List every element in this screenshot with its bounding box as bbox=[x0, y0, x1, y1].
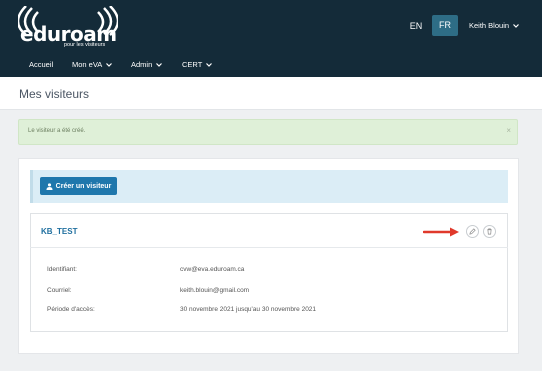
user-icon bbox=[46, 182, 53, 190]
trash-icon bbox=[487, 228, 492, 235]
chevron-down-icon bbox=[106, 62, 113, 67]
page-title-bar: Mes visiteurs bbox=[0, 77, 542, 110]
nav-item-mon-eva[interactable]: Mon eVA bbox=[72, 52, 113, 77]
nav-item-label: Accueil bbox=[29, 60, 54, 69]
nav-item-cert[interactable]: CERT bbox=[182, 52, 213, 77]
nav-item-label: Admin bbox=[131, 60, 153, 69]
create-visitor-button[interactable]: Créer un visiteur bbox=[40, 177, 117, 195]
chevron-down-icon bbox=[206, 62, 213, 67]
annotation-arrow-icon bbox=[423, 227, 459, 237]
card-divider bbox=[30, 247, 508, 248]
alert-message: Le visiteur a été créé. bbox=[28, 128, 86, 134]
field-value-identifiant: cvw@eva.eduroam.ca bbox=[180, 266, 245, 273]
logo-tagline: pour les visiteurs bbox=[64, 42, 106, 48]
user-name: Keith Blouin bbox=[469, 21, 510, 30]
field-label-identifiant: Identifiant: bbox=[47, 266, 77, 273]
top-header: eduroam pour les visiteurs EN FR Keith B… bbox=[0, 0, 542, 77]
pencil-icon bbox=[469, 228, 476, 235]
main-nav: Accueil Mon eVA Admin CERT bbox=[0, 52, 542, 77]
nav-item-admin[interactable]: Admin bbox=[131, 52, 163, 77]
delete-visitor-button[interactable] bbox=[483, 225, 496, 238]
field-label-periode: Période d'accès: bbox=[47, 306, 95, 313]
visitor-name: KB_TEST bbox=[41, 227, 78, 236]
field-value-periode: 30 novembre 2021 jusqu'au 30 novembre 20… bbox=[180, 306, 317, 313]
nav-item-label: Mon eVA bbox=[72, 60, 103, 69]
eduroam-logo[interactable]: eduroam pour les visiteurs bbox=[18, 6, 118, 52]
page-title: Mes visiteurs bbox=[19, 87, 90, 101]
field-value-courriel: keith.blouin@gmail.com bbox=[180, 287, 250, 294]
chevron-down-icon bbox=[513, 24, 519, 28]
nav-item-accueil[interactable]: Accueil bbox=[29, 52, 53, 77]
nav-item-label: CERT bbox=[182, 60, 203, 69]
language-fr-button[interactable]: FR bbox=[432, 15, 458, 36]
edit-visitor-button[interactable] bbox=[466, 225, 479, 238]
user-menu[interactable]: Keith Blouin bbox=[469, 16, 520, 36]
field-label-courriel: Courriel: bbox=[47, 287, 72, 294]
chevron-down-icon bbox=[156, 62, 163, 67]
alert-close-button[interactable]: × bbox=[506, 126, 511, 135]
create-visitor-label: Créer un visiteur bbox=[55, 182, 112, 190]
language-en-button[interactable]: EN bbox=[405, 16, 427, 36]
success-alert: Le visiteur a été créé. × bbox=[18, 119, 518, 145]
